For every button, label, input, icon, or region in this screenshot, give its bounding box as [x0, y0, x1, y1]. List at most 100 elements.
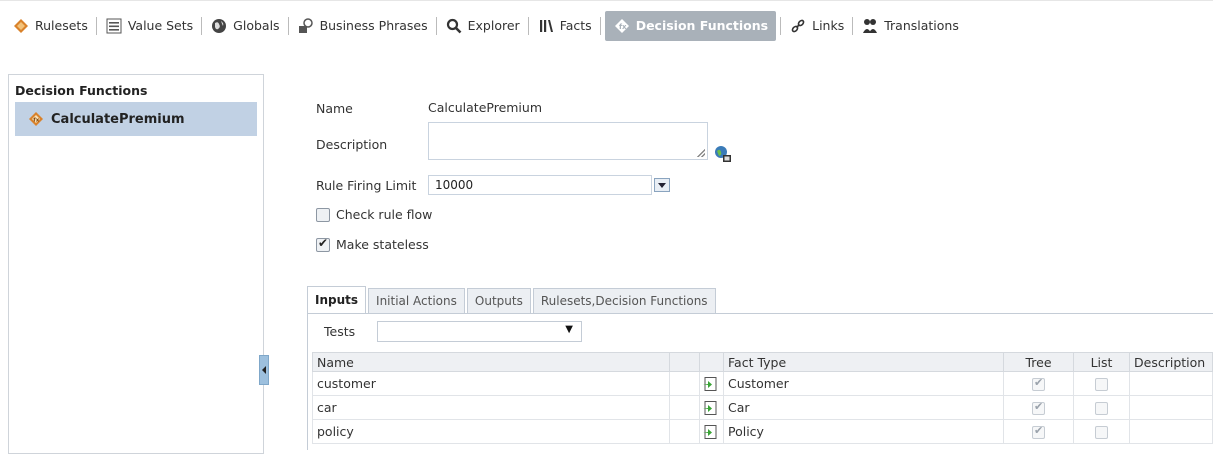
toolbar-label: Rulesets — [35, 18, 88, 33]
search-icon — [446, 18, 462, 33]
toolbar-divider — [527, 16, 529, 35]
toolbar-divider — [435, 16, 437, 35]
tab-inputs[interactable]: Inputs — [307, 286, 367, 313]
table-row[interactable]: customer Customer — [312, 371, 1213, 396]
tests-label: Tests — [324, 324, 356, 339]
tab-bar: Inputs Initial Actions Outputs Rulesets,… — [307, 286, 716, 313]
cell-tree — [1003, 371, 1074, 396]
fact-type-select-icon[interactable] — [702, 424, 718, 440]
decision-functions-icon: fx — [614, 18, 629, 33]
rule-firing-limit-dropdown[interactable] — [654, 178, 670, 192]
table-row[interactable]: car Car — [312, 395, 1213, 420]
cell-name[interactable]: customer — [312, 371, 670, 396]
cell-list[interactable] — [1073, 419, 1130, 444]
description-label: Description — [316, 137, 388, 152]
tree-checkbox — [1032, 376, 1045, 391]
rule-firing-limit-input[interactable] — [428, 175, 652, 195]
tab-initial-actions[interactable]: Initial Actions — [368, 288, 465, 313]
cell-description[interactable] — [1129, 395, 1213, 420]
toolbar-divider — [201, 16, 203, 35]
link-icon — [791, 19, 805, 32]
toolbar-label: Translations — [884, 18, 959, 33]
toolbar-divider — [599, 16, 601, 35]
toolbar-label: Business Phrases — [319, 18, 428, 33]
translations-icon — [863, 18, 878, 33]
table-row[interactable]: policy Policy — [312, 419, 1213, 444]
value-sets-icon — [106, 18, 122, 33]
toolbar-globals[interactable]: Globals — [206, 11, 283, 41]
svg-text:fx: fx — [33, 118, 39, 124]
header-list[interactable]: List — [1073, 352, 1130, 372]
header-icon — [699, 352, 724, 372]
tree-checkbox — [1032, 400, 1045, 415]
cell-name[interactable]: car — [312, 395, 670, 420]
toolbar-divider — [95, 16, 97, 35]
make-stateless-checkbox[interactable] — [316, 236, 330, 252]
check-rule-flow-option[interactable]: Check rule flow — [316, 207, 432, 222]
toolbar-value-sets[interactable]: Value Sets — [101, 11, 197, 41]
cell-icon[interactable] — [699, 371, 724, 396]
cell-tree — [1003, 419, 1074, 444]
check-rule-flow-checkbox[interactable] — [316, 207, 330, 222]
cell-tree — [1003, 395, 1074, 420]
toolbar-divider — [287, 16, 289, 35]
list-checkbox[interactable] — [1095, 426, 1108, 439]
toolbar-label: Decision Functions — [635, 18, 769, 33]
toolbar-label: Globals — [233, 18, 280, 33]
toolbar-divider — [780, 16, 782, 35]
tab-rulesets-decision-functions[interactable]: Rulesets,Decision Functions — [532, 288, 716, 313]
cell-description[interactable] — [1129, 371, 1213, 396]
main-toolbar: Rulesets Value Sets Globals Business Phr… — [0, 0, 1213, 50]
make-stateless-label: Make stateless — [336, 237, 429, 252]
header-tree[interactable]: Tree — [1003, 352, 1074, 372]
header-spacer — [669, 352, 700, 372]
toolbar-decision-functions[interactable]: fx Decision Functions — [604, 10, 777, 41]
cell-icon[interactable] — [699, 395, 724, 420]
list-checkbox[interactable] — [1095, 402, 1108, 415]
list-checkbox[interactable] — [1095, 378, 1108, 391]
header-description[interactable]: Description — [1129, 352, 1213, 372]
cell-list[interactable] — [1073, 395, 1130, 420]
translate-description-icon[interactable] — [713, 144, 733, 164]
cell-name[interactable]: policy — [312, 419, 670, 444]
cell-description[interactable] — [1129, 419, 1213, 444]
toolbar-divider — [852, 16, 854, 35]
tab-outputs[interactable]: Outputs — [466, 288, 531, 313]
toolbar-translations[interactable]: Translations — [857, 11, 963, 41]
resize-grip-icon[interactable] — [697, 149, 705, 157]
cell-spacer — [669, 419, 700, 444]
panel-title: Decision Functions — [15, 83, 148, 98]
cell-list[interactable] — [1073, 371, 1130, 396]
toolbar-links[interactable]: Links — [785, 11, 848, 41]
header-name[interactable]: Name — [312, 352, 670, 372]
globe-icon — [212, 18, 227, 33]
business-phrases-icon — [298, 17, 313, 33]
sidebar-item-calculatepremium[interactable]: fx CalculatePremium — [15, 102, 257, 136]
toolbar-label: Value Sets — [127, 18, 194, 33]
fact-type-select-icon[interactable] — [702, 376, 718, 392]
cell-fact-type[interactable]: Customer — [723, 371, 1004, 396]
description-field[interactable] — [428, 122, 708, 160]
make-stateless-option[interactable]: Make stateless — [316, 236, 429, 252]
fact-type-select-icon[interactable] — [702, 400, 718, 416]
cell-fact-type[interactable]: Policy — [723, 419, 1004, 444]
collapse-panel-handle[interactable] — [259, 355, 269, 385]
cell-fact-type[interactable]: Car — [723, 395, 1004, 420]
toolbar-business-phrases[interactable]: Business Phrases — [293, 11, 432, 41]
rule-firing-limit-label: Rule Firing Limit — [316, 178, 417, 193]
toolbar-facts[interactable]: Facts — [533, 11, 596, 41]
toolbar-label: Facts — [559, 18, 592, 33]
tests-select[interactable] — [377, 321, 582, 342]
cell-icon[interactable] — [699, 419, 724, 444]
toolbar-rulesets[interactable]: Rulesets — [8, 11, 92, 41]
toolbar-label: Explorer — [467, 18, 520, 33]
tree-checkbox — [1032, 424, 1045, 439]
toolbar-label: Links — [812, 18, 845, 33]
sidebar-item-label: CalculatePremium — [51, 111, 185, 127]
decision-function-icon: fx — [29, 112, 43, 126]
inputs-table: Name Fact Type Tree List Description cus… — [312, 352, 1213, 444]
header-fact-type[interactable]: Fact Type — [723, 352, 1004, 372]
toolbar-explorer[interactable]: Explorer — [441, 11, 524, 41]
table-header-row: Name Fact Type Tree List Description — [312, 352, 1213, 372]
facts-icon — [539, 19, 553, 32]
